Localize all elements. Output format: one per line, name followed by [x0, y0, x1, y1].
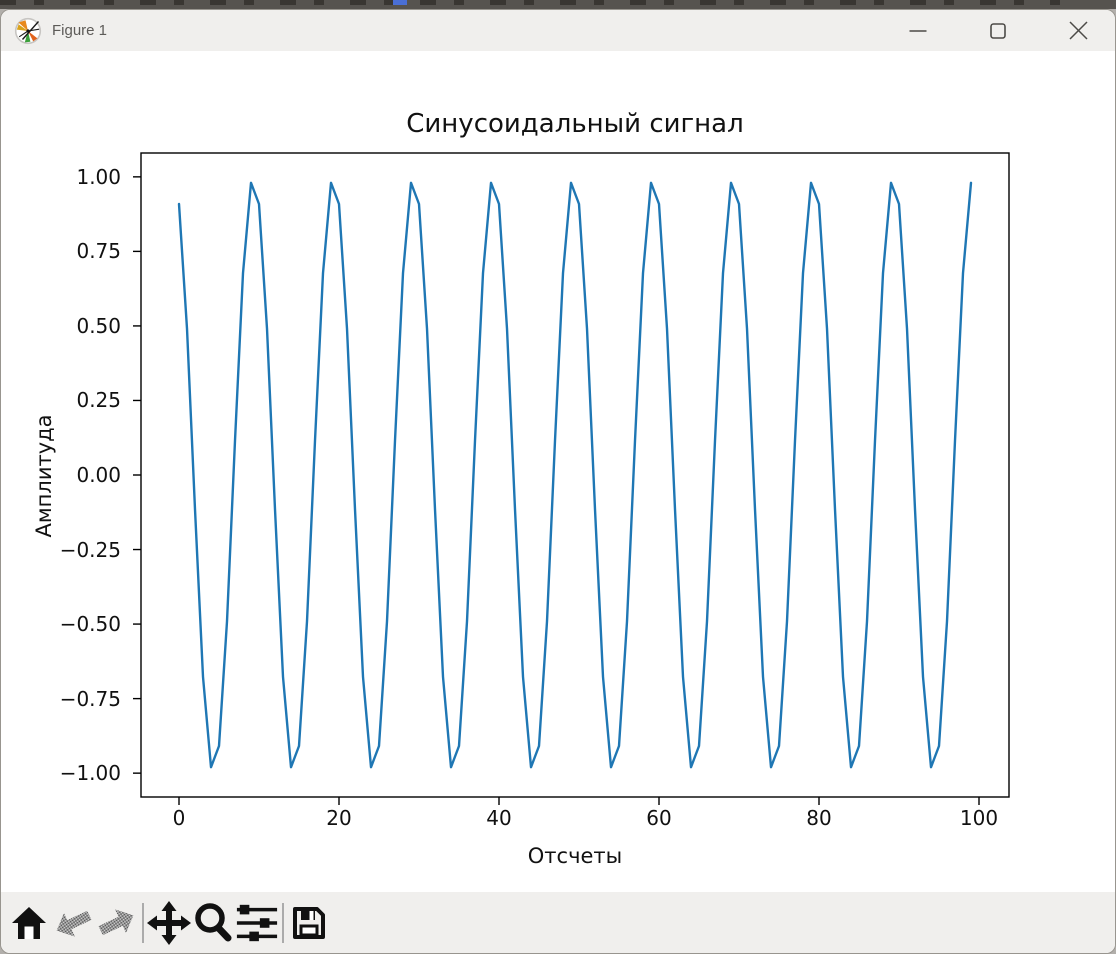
- y-tick-label: −0.25: [29, 538, 121, 562]
- x-tick-label: 40: [459, 806, 539, 830]
- y-tick-label: −0.50: [29, 612, 121, 636]
- pan-button[interactable]: [147, 898, 191, 948]
- y-tick-label: 0.75: [29, 239, 121, 263]
- y-tick-label: 0.00: [29, 463, 121, 487]
- minimize-icon: [909, 22, 927, 40]
- y-tick-label: −0.75: [29, 687, 121, 711]
- x-tick-label: 60: [619, 806, 699, 830]
- configure-subplots-button[interactable]: [235, 898, 279, 948]
- x-tick-label: 100: [939, 806, 1019, 830]
- maximize-button[interactable]: [975, 10, 1021, 51]
- forward-button[interactable]: [95, 898, 139, 948]
- home-button[interactable]: [7, 898, 51, 948]
- figure-canvas[interactable]: Синусоидальный сигнал Отсчеты Амплитуда …: [1, 51, 1116, 892]
- floppy-disk-icon: [289, 903, 329, 943]
- minimize-button[interactable]: [895, 10, 941, 51]
- x-tick-label: 20: [299, 806, 379, 830]
- back-arrow-icon: [53, 902, 93, 944]
- x-axis-label: Отсчеты: [141, 844, 1009, 868]
- axes-border: [141, 153, 1009, 797]
- window-titlebar[interactable]: Figure 1: [1, 10, 1115, 51]
- y-tick-label: 0.25: [29, 388, 121, 412]
- zoom-button[interactable]: [191, 898, 235, 948]
- back-button[interactable]: [51, 898, 95, 948]
- pan-arrows-icon: [147, 901, 191, 945]
- y-tick-label: 1.00: [29, 165, 121, 189]
- maximize-icon: [989, 22, 1007, 40]
- figure-window: Figure 1 Синусоидальный сигнал Отсчеты А…: [0, 9, 1116, 954]
- sine-line: [179, 183, 971, 767]
- sliders-icon: [235, 903, 279, 943]
- x-tick-label: 0: [139, 806, 219, 830]
- forward-arrow-icon: [97, 902, 137, 944]
- x-tick-label: 80: [779, 806, 859, 830]
- chart-title: Синусоидальный сигнал: [141, 109, 1009, 139]
- background-blue-fragment: [393, 0, 407, 5]
- toolbar-separator: [282, 903, 284, 943]
- close-icon: [1069, 21, 1088, 40]
- toolbar-separator: [142, 903, 144, 943]
- navigation-toolbar: [1, 892, 1116, 953]
- close-button[interactable]: [1055, 10, 1101, 51]
- matplotlib-logo-icon: [14, 17, 42, 45]
- save-button[interactable]: [287, 898, 331, 948]
- home-icon: [10, 904, 48, 942]
- plot-svg: [1, 51, 1116, 892]
- magnifier-icon: [192, 902, 234, 944]
- background-app-sliver: [0, 0, 1116, 9]
- y-tick-label: 0.50: [29, 314, 121, 338]
- window-title: Figure 1: [52, 22, 107, 39]
- background-text-fragments: [0, 0, 1060, 5]
- y-tick-label: −1.00: [29, 761, 121, 785]
